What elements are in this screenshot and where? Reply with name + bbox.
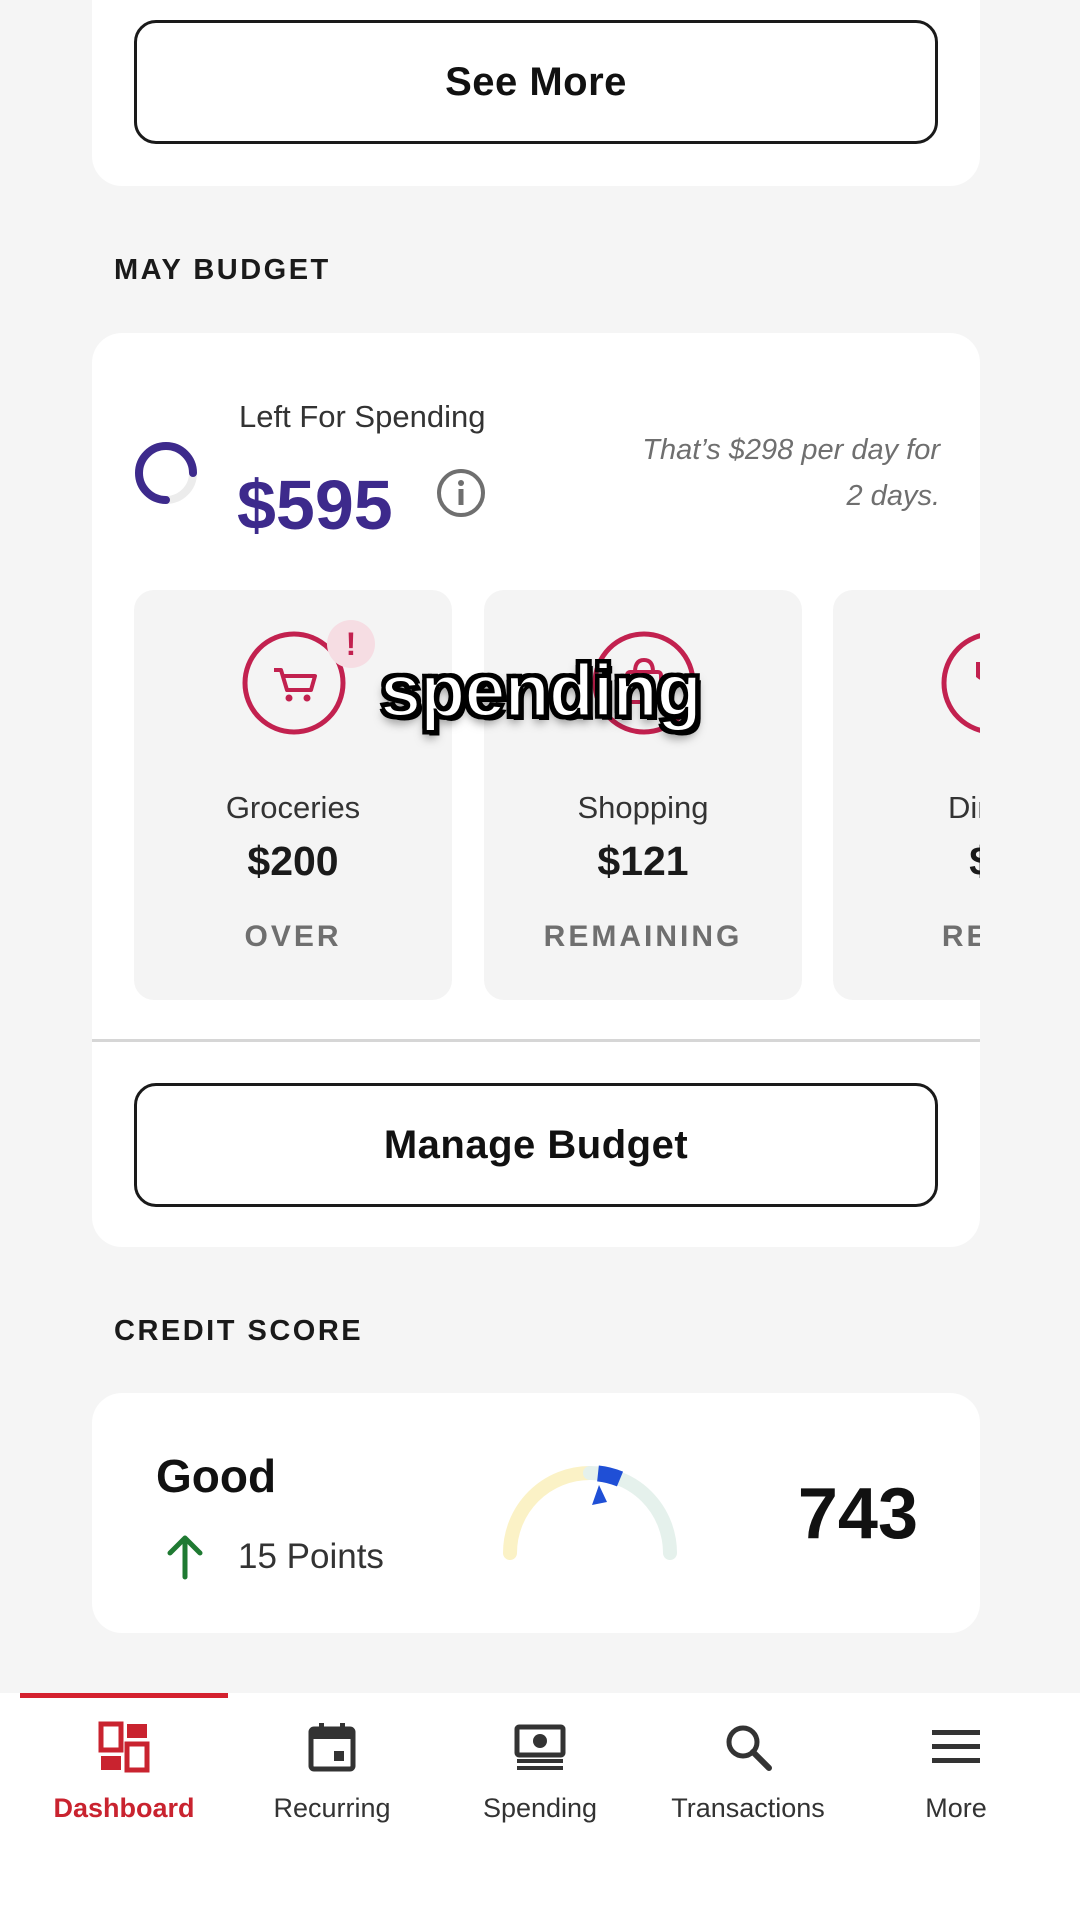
category-amount: $200 <box>247 838 339 884</box>
credit-section-title: CREDIT SCORE <box>114 1315 364 1347</box>
category-status: REMAINING <box>543 920 743 953</box>
nav-label: Spending <box>482 1793 598 1823</box>
dashboard-icon <box>98 1721 150 1773</box>
overlay-caption: spending <box>379 648 704 734</box>
category-card-dining[interactable]: Dining $2 REMA <box>833 590 980 1000</box>
top-card: See More <box>92 0 980 186</box>
nav-label: Transactions <box>671 1793 825 1823</box>
budget-progress-ring-icon <box>135 442 197 504</box>
search-icon <box>726 1725 772 1771</box>
money-icon <box>514 1724 566 1770</box>
info-icon[interactable] <box>435 467 487 519</box>
bottom-nav: Dashboard Recurring Spending Transaction… <box>0 1693 1080 1920</box>
credit-gauge <box>503 1465 677 1560</box>
category-status: OVER <box>244 920 342 953</box>
nav-label: Dashboard <box>53 1793 195 1823</box>
arrow-up-icon <box>167 1535 203 1580</box>
category-status: REMA <box>941 920 980 953</box>
nav-recurring[interactable]: Recurring <box>228 1693 436 1843</box>
divider <box>92 1039 980 1042</box>
nav-label: More <box>925 1793 987 1823</box>
category-name: Shopping <box>577 790 709 825</box>
per-day-note: That’s $298 per day for 2 days. <box>642 434 940 512</box>
left-for-spending-amount: $595 <box>237 466 393 544</box>
see-more-button[interactable]: See More <box>134 20 938 144</box>
budget-card: Left For Spending $595 That’s $298 per d… <box>92 333 980 1247</box>
category-amount: $121 <box>597 838 689 884</box>
category-name: Groceries <box>225 790 361 825</box>
left-for-spending-label: Left For Spending <box>239 399 486 434</box>
dining-icon <box>941 633 980 733</box>
budget-section-title: MAY BUDGET <box>114 254 331 286</box>
manage-budget-button[interactable]: Manage Budget <box>134 1083 938 1207</box>
nav-spending[interactable]: Spending <box>436 1693 644 1843</box>
nav-more[interactable]: More <box>852 1693 1060 1843</box>
alert-badge: ! <box>327 620 375 668</box>
menu-icon <box>932 1730 980 1763</box>
credit-change: 15 Points <box>238 1537 384 1576</box>
credit-score-value: 743 <box>797 1474 918 1554</box>
category-name: Dining <box>948 790 980 825</box>
credit-score-card[interactable]: Good 15 Points 743 <box>92 1393 980 1633</box>
nav-label: Recurring <box>273 1793 391 1823</box>
nav-transactions[interactable]: Transactions <box>644 1693 852 1843</box>
credit-rating: Good <box>156 1450 277 1502</box>
calendar-icon <box>308 1723 356 1772</box>
category-amount: $2 <box>833 838 980 885</box>
nav-dashboard[interactable]: Dashboard <box>20 1693 228 1843</box>
